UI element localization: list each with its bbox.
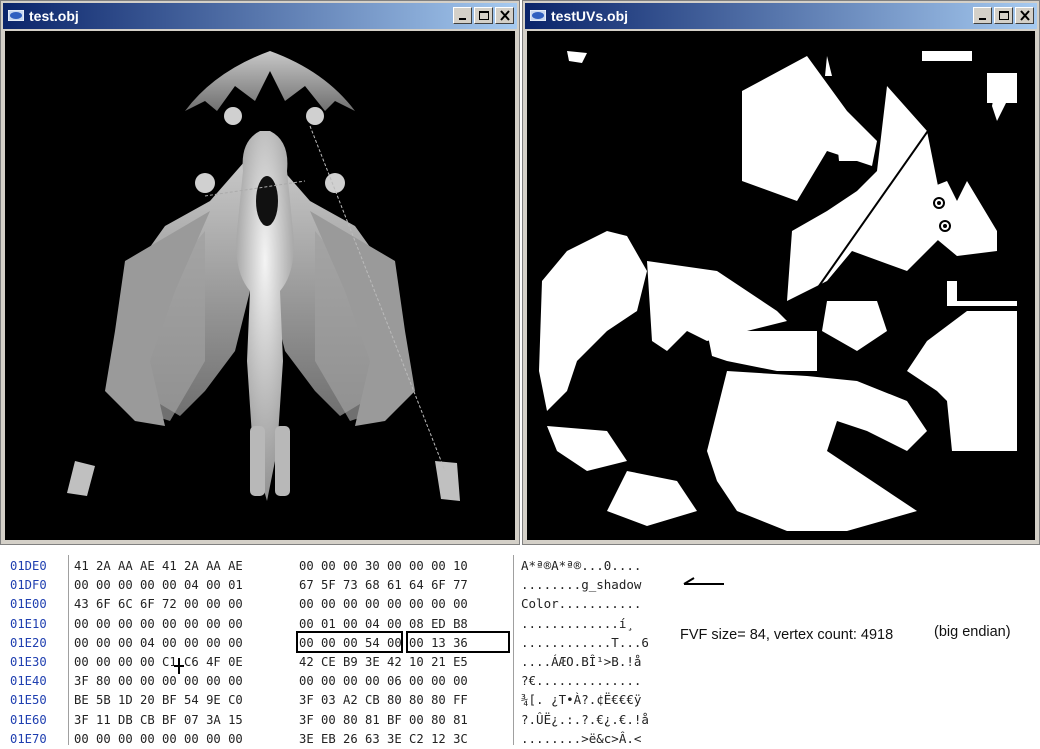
hex-bytes-b[interactable]: 3F 03 A2 CB 80 80 80 FF [299,690,468,710]
close-button[interactable] [495,7,514,24]
close-icon [500,10,510,21]
maximize-button[interactable] [474,7,493,24]
hex-bytes-a[interactable]: 00 00 00 00 C1 C6 4F 0E [74,652,243,672]
ascii-separator [513,555,514,745]
row-address[interactable]: 01E50 [10,690,47,710]
app-icon [8,10,24,21]
maximize-icon [999,11,1009,20]
hex-bytes-a[interactable]: 41 2A AA AE 41 2A AA AE [74,556,243,576]
ascii-text[interactable]: ?.ÛË¿.:.?.€¿.€.!å [521,710,649,730]
minimize-icon [459,18,466,20]
ascii-text[interactable]: ?€.............. [521,671,641,691]
window-title: testUVs.obj [551,8,629,24]
text-cursor-icon [174,658,184,674]
address-separator [68,555,69,745]
fvf-annotation: FVF size= 84, vertex count: 4918 [680,627,894,643]
hex-bytes-b[interactable]: 00 00 00 00 06 00 00 00 [299,671,468,691]
left-window-titlebar[interactable]: test.obj [3,3,517,29]
hex-bytes-a[interactable]: 43 6F 6C 6F 72 00 00 00 [74,594,243,614]
row-address[interactable]: 01DE0 [10,556,47,576]
row-address[interactable]: 01E10 [10,614,47,634]
ascii-text[interactable]: .............í¸ [521,614,634,634]
ascii-text[interactable]: ........g_shadow [521,575,641,595]
ascii-text[interactable]: ............T...6 [521,633,649,653]
ascii-text[interactable]: ........>ë&c>Â.< [521,729,641,749]
maximize-button[interactable] [994,7,1013,24]
uv-render [539,51,1017,531]
hex-bytes-b[interactable]: 3F 00 80 81 BF 00 80 81 [299,710,468,730]
hex-bytes-a[interactable]: 00 00 00 00 00 04 00 01 [74,575,243,595]
row-address[interactable]: 01E00 [10,594,47,614]
model-viewport[interactable] [5,31,515,540]
close-button[interactable] [1015,7,1034,24]
left-window: test.obj [0,0,520,545]
uv-viewport[interactable] [527,31,1035,540]
window-title: test.obj [29,8,79,24]
row-address[interactable]: 01DF0 [10,575,47,595]
row-address[interactable]: 01E30 [10,652,47,672]
hex-bytes-a[interactable]: 00 00 00 00 00 00 00 00 [74,729,243,749]
model-render [67,51,460,501]
row-address[interactable]: 01E40 [10,671,47,691]
row-address[interactable]: 01E60 [10,710,47,730]
hex-bytes-a[interactable]: 00 00 00 00 00 00 00 00 [74,614,243,634]
hex-bytes-b[interactable]: 67 5F 73 68 61 64 6F 77 [299,575,468,595]
left-arrow-icon [683,577,724,585]
ascii-text[interactable]: ....ÁÆO.BÎ¹>B.!å [521,652,641,672]
right-window-titlebar[interactable]: testUVs.obj [525,3,1037,29]
hex-bytes-b[interactable]: 3E EB 26 63 3E C2 12 3C [299,729,468,749]
vertex-count-highlight [406,631,510,653]
minimize-icon [979,18,986,20]
minimize-button[interactable] [453,7,472,24]
minimize-button[interactable] [973,7,992,24]
ascii-text[interactable]: A*ª®A*ª®...0.... [521,556,641,576]
row-address[interactable]: 01E20 [10,633,47,653]
endian-annotation: (big endian) [934,624,1011,640]
app-icon [530,10,546,21]
ascii-text[interactable]: ¾[. ¿T•À?.¢Ë€€€ÿ [521,690,641,710]
fvf-size-highlight [296,631,403,653]
hex-bytes-a[interactable]: 3F 11 DB CB BF 07 3A 15 [74,710,243,730]
hex-bytes-a[interactable]: 3F 80 00 00 00 00 00 00 [74,671,243,691]
maximize-icon [479,11,489,20]
hex-bytes-b[interactable]: 42 CE B9 3E 42 10 21 E5 [299,652,468,672]
hex-bytes-b[interactable]: 00 00 00 30 00 00 00 10 [299,556,468,576]
ascii-text[interactable]: Color........... [521,594,641,614]
close-icon [1020,10,1030,21]
hex-bytes-a[interactable]: BE 5B 1D 20 BF 54 9E C0 [74,690,243,710]
hex-bytes-a[interactable]: 00 00 00 04 00 00 00 00 [74,633,243,653]
row-address[interactable]: 01E70 [10,729,47,749]
right-window: testUVs.obj [522,0,1040,545]
hex-bytes-b[interactable]: 00 00 00 00 00 00 00 00 [299,594,468,614]
